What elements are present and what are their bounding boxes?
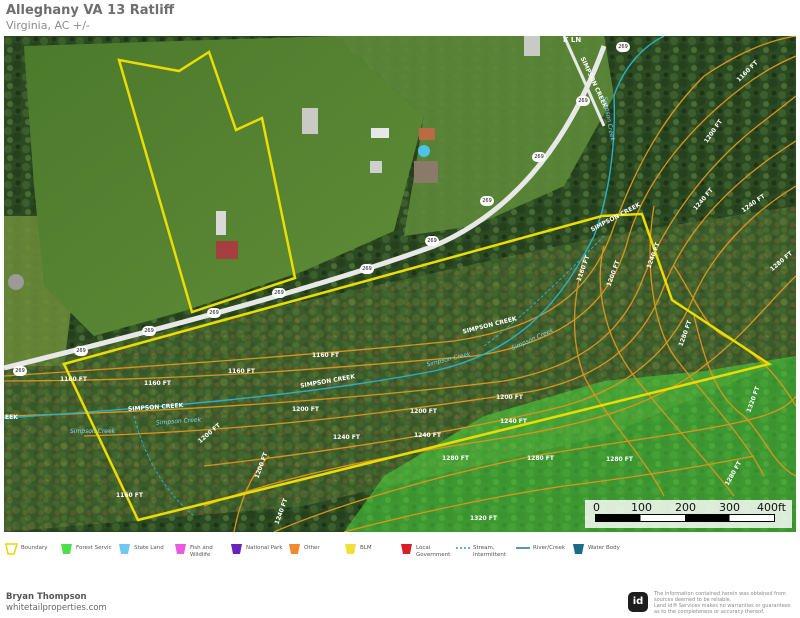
forest-service-icon	[61, 544, 72, 554]
fish-wildlife-icon	[175, 544, 186, 554]
contour-label: 1200 FT	[410, 408, 437, 415]
building	[216, 211, 226, 235]
disclaimer: The information contained herein was obt…	[654, 591, 796, 615]
contour-label: 1200 FT	[496, 394, 523, 401]
contour-label: 1240 FT	[414, 432, 441, 439]
road-label: K LN	[563, 36, 582, 44]
legend-item-forest-service: Forest Servic	[60, 542, 112, 555]
building	[524, 36, 540, 56]
route-shield: 269	[74, 346, 88, 356]
route-shield: 269	[272, 288, 286, 298]
building	[216, 241, 238, 259]
route-shield: 269	[207, 308, 221, 318]
legend-item-fish-wildlife: Fish and Wildlife	[174, 542, 216, 559]
map-canvas[interactable]	[4, 36, 796, 532]
route-shield: 269	[142, 326, 156, 336]
stream-label: Simpson Creek	[70, 428, 116, 435]
legend-item-other: Other	[288, 542, 320, 555]
stream-intermittent-icon	[456, 547, 470, 549]
boundary-icon	[5, 543, 18, 555]
scale-tick-label: 0	[593, 501, 600, 514]
national-park-icon	[231, 544, 242, 554]
agent-name: Bryan Thompson	[6, 592, 87, 602]
local-government-icon	[401, 544, 412, 554]
legend-item-local-government: Local Government	[400, 542, 450, 559]
structure	[8, 274, 24, 290]
blm-icon	[345, 544, 356, 554]
route-shield: 269	[360, 264, 374, 274]
agent-website[interactable]: whitetailproperties.com	[6, 603, 107, 613]
route-shield: 269	[576, 96, 590, 106]
scale-tick-label: 300	[719, 501, 740, 514]
contour-label: 1320 FT	[470, 515, 497, 522]
building	[302, 108, 318, 134]
water-body-icon	[573, 544, 584, 554]
legend-item-blm: BLM	[344, 542, 372, 555]
legend-label: National Park	[246, 545, 283, 551]
contour-label: 1160 FT	[312, 352, 339, 359]
contour-label: 1280 FT	[606, 456, 633, 463]
scale-bar-line	[595, 514, 775, 522]
state-land-icon	[119, 544, 130, 554]
legend-label: Local Government	[416, 545, 451, 558]
legend-label: Water Body	[588, 545, 620, 551]
contour-label: 1200 FT	[292, 406, 319, 413]
building	[370, 161, 382, 173]
map-title: Alleghany VA 13 Ratliff	[6, 3, 175, 18]
contour-label: 1240 FT	[500, 418, 527, 425]
legend-item-water-body: Water Body	[572, 542, 620, 555]
contour-label: 1280 FT	[442, 455, 469, 462]
legend-label: River/Creek	[533, 545, 566, 551]
contour-label: 1160 FT	[116, 492, 143, 499]
disclaimer-line: as to the completeness or accuracy there…	[654, 609, 765, 615]
scale-tick-label: 200	[675, 501, 696, 514]
scale-tick-label: 400ft	[757, 501, 786, 514]
pool	[418, 145, 430, 157]
map-subtitle: Virginia, AC +/-	[6, 19, 90, 32]
route-shield: 269	[425, 236, 439, 246]
building	[371, 128, 389, 138]
legend-label: Other	[304, 545, 320, 551]
legend-label: BLM	[360, 545, 372, 551]
route-shield: 269	[532, 152, 546, 162]
route-shield: 269	[616, 42, 630, 52]
route-shield: 269	[13, 366, 27, 376]
legend-item-boundary: Boundary	[5, 542, 48, 555]
contour-label: 1280 FT	[527, 455, 554, 462]
contour-label: 1160 FT	[228, 368, 255, 375]
legend-label: Forest Servic	[76, 545, 112, 551]
route-shield: 269	[480, 196, 494, 206]
legend-label: Stream, Intermittent	[473, 545, 507, 558]
land-id-logo: id	[628, 592, 648, 612]
other-icon	[289, 544, 300, 554]
contour-label: 1240 FT	[333, 434, 360, 441]
legend-item-stream-intermittent: Stream, Intermittent	[456, 542, 513, 559]
legend-label: Boundary	[21, 545, 48, 551]
building	[419, 128, 435, 140]
map-legend: Boundary Forest Servic State Land Fish a…	[0, 538, 800, 562]
scale-bar: 0 100 200 300 400ft	[585, 500, 792, 528]
building	[414, 161, 438, 183]
legend-label: Fish and Wildlife	[190, 545, 213, 558]
stream-label: EEK	[5, 414, 18, 421]
legend-item-national-park: National Park	[230, 542, 283, 555]
contour-label: 1160 FT	[60, 376, 87, 383]
legend-item-state-land: State Land	[118, 542, 164, 555]
river-creek-icon	[516, 547, 530, 549]
scale-tick-label: 100	[631, 501, 652, 514]
legend-label: State Land	[134, 545, 164, 551]
legend-item-river-creek: River/Creek	[516, 542, 565, 555]
contour-label: 1160 FT	[144, 380, 171, 387]
